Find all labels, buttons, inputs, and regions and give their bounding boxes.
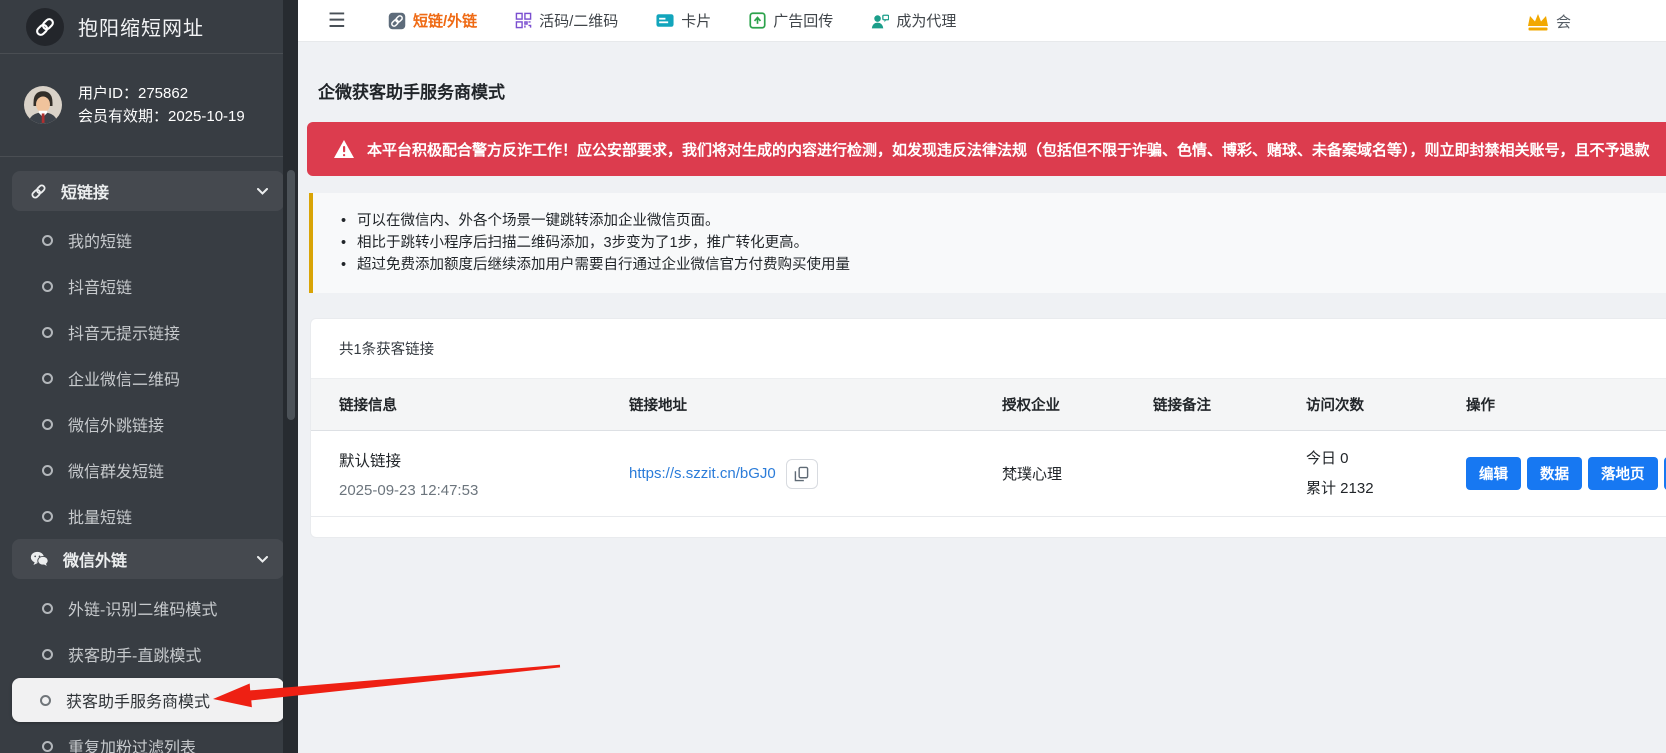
chevron-down-icon [257,188,268,195]
group-label: 短链接 [61,179,109,203]
user-id: 用户ID：275862 [78,82,245,105]
main-area: ☰ 短链/外链 活码/二维码 卡片 [298,0,1666,753]
crown-icon [1526,12,1550,31]
col-header-link-url: 链接地址 [629,394,1002,415]
sidebar-scrollbar[interactable] [283,0,298,753]
tip-item: 可以在微信内、外各个场景一键跳转添加企业微信页面。 [339,210,1666,232]
short-link-url[interactable]: https://s.szzit.cn/bGJ0 [629,465,776,482]
tip-item: 相比于跳转小程序后扫描二维码添加，3步变为了1步，推广转化更高。 [339,232,1666,254]
sidebar-menu: 短链接 我的短链 抖音短链 抖音无提示链接 企业微信二维码 微信外跳链接 微信群… [0,157,298,753]
bullet-circle-icon [42,327,53,338]
bullet-circle-icon [42,649,53,660]
copy-link-button[interactable] [786,459,818,489]
chain-link-icon [30,183,47,200]
wechat-icon [30,551,49,567]
table-row: 默认链接 2025-09-23 12:47:53 https://s.szzit… [311,431,1666,517]
sidebar-item-assistant-direct-mode[interactable]: 获客助手-直跳模式 [0,631,298,677]
sidebar-item-douyin-no-prompt[interactable]: 抖音无提示链接 [0,309,298,355]
bullet-circle-icon [42,465,53,476]
chain-link-icon [388,12,406,30]
hamburger-menu-icon[interactable]: ☰ [328,8,346,33]
links-count-summary: 共1条获客链接 [311,319,1666,379]
membership-expiry: 会员有效期：2025-10-19 [78,105,245,128]
bullet-circle-icon [40,695,51,706]
top-tabs: 短链/外链 活码/二维码 卡片 广告回传 [388,10,956,31]
tip-item: 超过免费添加额度后继续添加用户需要自行通过企业微信官方付费购买使用量 [339,254,1666,276]
bullet-circle-icon [42,511,53,522]
bullet-circle-icon [42,235,53,246]
user-info: 用户ID：275862 会员有效期：2025-10-19 [0,54,298,157]
anti-fraud-alert-banner: 本平台积极配合警方反诈工作！应公安部要求，我们将对生成的内容进行检测，如发现违反… [307,122,1666,176]
bullet-circle-icon [42,741,53,752]
tab-live-qrcode[interactable]: 活码/二维码 [515,10,618,31]
scrollbar-thumb[interactable] [287,170,295,420]
edit-button[interactable]: 编辑 [1466,457,1521,490]
sidebar-item-batch-short-links[interactable]: 批量短链 [0,493,298,539]
link-name: 默认链接 [339,449,629,471]
page-title: 企微获客助手服务商模式 [298,42,1666,103]
chevron-down-icon [257,556,268,563]
sidebar-item-wecom-qrcode[interactable]: 企业微信二维码 [0,355,298,401]
feature-tips-box: 可以在微信内、外各个场景一键跳转添加企业微信页面。 相比于跳转小程序后扫描二维码… [309,193,1666,293]
col-header-actions: 操作 [1466,394,1666,415]
vip-label: 会 [1556,11,1571,32]
sidebar-item-external-qr-mode[interactable]: 外链-识别二维码模式 [0,585,298,631]
bullet-circle-icon [42,419,53,430]
sidebar-item-wechat-mass-links[interactable]: 微信群发短链 [0,447,298,493]
alert-text: 本平台积极配合警方反诈工作！应公安部要求，我们将对生成的内容进行检测，如发现违反… [367,139,1650,160]
table-header-row: 链接信息 链接地址 授权企业 链接备注 访问次数 操作 [311,379,1666,431]
tab-ad-callback[interactable]: 广告回传 [749,10,833,31]
top-navbar: ☰ 短链/外链 活码/二维码 卡片 [298,0,1666,42]
col-header-link-info: 链接信息 [339,394,629,415]
sidebar: 抱阳缩短网址 用户ID：275862 会员有效期：2025-10-19 [0,0,298,753]
sidebar-group-wechat-external[interactable]: 微信外链 [12,539,284,579]
warning-triangle-icon [333,139,355,159]
chain-link-icon [34,16,56,38]
visits-total: 累计 2132 [1306,474,1466,504]
group-label: 微信外链 [63,547,127,571]
qr-code-icon [515,12,532,29]
bullet-circle-icon [42,603,53,614]
link-created-time: 2025-09-23 12:47:53 [339,482,629,499]
card-icon [656,13,674,28]
authorized-company: 梵璞心理 [1002,463,1153,484]
tab-become-agent[interactable]: 成为代理 [871,10,956,31]
brand-title: 抱阳缩短网址 [78,12,204,41]
data-button[interactable]: 数据 [1527,457,1582,490]
page-content: 企微获客助手服务商模式 本平台积极配合警方反诈工作！应公安部要求，我们将对生成的… [298,42,1666,753]
visits-today: 今日 0 [1306,444,1466,474]
col-header-link-remark: 链接备注 [1153,394,1306,415]
vip-entry[interactable]: 会 [1526,0,1571,42]
ad-callback-icon [749,12,766,29]
bullet-circle-icon [42,373,53,384]
copy-icon [794,466,809,482]
sidebar-group-short-links[interactable]: 短链接 [12,171,284,211]
sidebar-item-assistant-provider-mode[interactable]: 获客助手服务商模式 [12,678,284,722]
brand-logo [26,8,64,46]
col-header-visit-count: 访问次数 [1306,394,1466,415]
bullet-circle-icon [42,281,53,292]
col-header-authorized-company: 授权企业 [1002,394,1153,415]
brand: 抱阳缩短网址 [0,0,298,54]
sidebar-item-douyin-short-links[interactable]: 抖音短链 [0,263,298,309]
landing-page-button[interactable]: 落地页 [1588,457,1658,490]
agent-person-icon [871,13,889,29]
tab-short-links[interactable]: 短链/外链 [388,10,477,31]
tab-cards[interactable]: 卡片 [656,10,711,31]
avatar [24,86,62,124]
sidebar-item-wechat-external-jump[interactable]: 微信外跳链接 [0,401,298,447]
sidebar-item-my-short-links[interactable]: 我的短链 [0,217,298,263]
sidebar-item-duplicate-fan-filter[interactable]: 重复加粉过滤列表 [0,723,298,753]
links-card: 共1条获客链接 链接信息 链接地址 授权企业 链接备注 访问次数 操作 默认链接… [310,318,1666,538]
